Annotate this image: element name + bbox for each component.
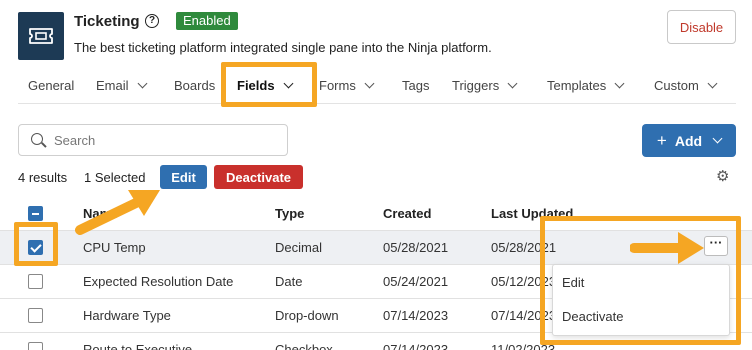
row-actions-menu: Edit Deactivate [552, 264, 730, 336]
app-description: The best ticketing platform integrated s… [74, 40, 492, 55]
tab-label: Boards [174, 78, 216, 93]
chevron-down-icon [707, 78, 718, 89]
field-name: Route to Executive [83, 342, 193, 350]
updated-date: 05/28/2021 [491, 240, 557, 255]
column-header-name[interactable]: Name [83, 206, 118, 221]
created-date: 07/14/2023 [383, 308, 449, 323]
tab-label: Templates [547, 78, 607, 93]
results-count: 4 results [18, 170, 68, 185]
app-icon [18, 12, 64, 60]
updated-date: 05/12/2023 [491, 274, 557, 289]
column-header-created[interactable]: Created [383, 206, 431, 221]
created-date: 05/28/2021 [383, 240, 449, 255]
tab-triggers[interactable]: Triggers [452, 78, 518, 93]
app-title: Ticketing [74, 13, 140, 30]
updated-date: 07/14/2023 [491, 308, 557, 323]
tab-fields[interactable]: Fields [237, 78, 294, 93]
tab-label: Triggers [452, 78, 500, 93]
gear-icon[interactable]: ⚙ [716, 169, 729, 184]
disable-button[interactable]: Disable [667, 10, 736, 44]
menu-item-deactivate[interactable]: Deactivate [562, 309, 623, 324]
tab-label: Email [96, 78, 129, 93]
ticket-icon [29, 28, 53, 44]
search-input[interactable]: Search [18, 124, 288, 156]
tab-label: Fields [237, 78, 275, 93]
field-name: Hardware Type [83, 308, 171, 323]
tab-templates[interactable]: Templates [547, 78, 625, 93]
created-date: 07/14/2023 [383, 342, 449, 350]
add-button[interactable]: + Add [642, 124, 736, 157]
chevron-down-icon [712, 133, 723, 144]
table-row[interactable]: CPU Temp Decimal 05/28/2021 05/28/2021 [0, 230, 752, 264]
tab-general[interactable]: General [28, 78, 74, 93]
search-placeholder: Search [54, 133, 96, 148]
updated-date: 11/02/2023 [491, 342, 556, 350]
created-date: 05/24/2021 [383, 274, 449, 289]
row-checkbox[interactable] [28, 308, 43, 323]
help-icon[interactable]: ? [145, 14, 159, 28]
field-type: Decimal [275, 240, 322, 255]
tab-label: Custom [654, 78, 699, 93]
plus-icon: + [656, 130, 667, 150]
field-name: Expected Resolution Date [83, 274, 234, 289]
menu-item-edit[interactable]: Edit [562, 275, 584, 290]
edit-button[interactable]: Edit [160, 165, 207, 189]
tab-label: Forms [319, 78, 356, 93]
tab-boards[interactable]: Boards [174, 78, 215, 93]
selected-count: 1 Selected [84, 170, 146, 185]
chevron-down-icon [507, 78, 518, 89]
field-name: CPU Temp [83, 240, 146, 255]
deactivate-button[interactable]: Deactivate [214, 165, 303, 189]
tab-tags[interactable]: Tags [402, 78, 429, 93]
tab-forms[interactable]: Forms [319, 78, 375, 93]
select-all-checkbox[interactable] [28, 206, 43, 221]
tab-custom[interactable]: Custom [654, 78, 718, 93]
chevron-down-icon [614, 78, 625, 89]
search-icon [31, 133, 43, 145]
row-checkbox[interactable] [28, 342, 43, 350]
status-badge: Enabled [176, 12, 238, 30]
field-type: Checkbox [275, 342, 333, 350]
add-label: Add [674, 132, 703, 149]
chevron-down-icon [364, 78, 375, 89]
row-actions-button[interactable]: ··· [704, 236, 728, 256]
row-checkbox[interactable] [28, 274, 43, 289]
tabs-divider [18, 103, 736, 104]
tab-label: General [28, 78, 75, 93]
column-header-type[interactable]: Type [275, 206, 304, 221]
row-checkbox[interactable] [28, 240, 43, 255]
field-type: Drop-down [275, 308, 339, 323]
chevron-down-icon [137, 78, 147, 89]
field-type: Date [275, 274, 303, 289]
tab-email[interactable]: Email [96, 78, 147, 93]
chevron-down-icon [283, 78, 294, 89]
column-header-last-updated[interactable]: Last Updated [491, 206, 573, 221]
tab-label: Tags [402, 78, 430, 93]
